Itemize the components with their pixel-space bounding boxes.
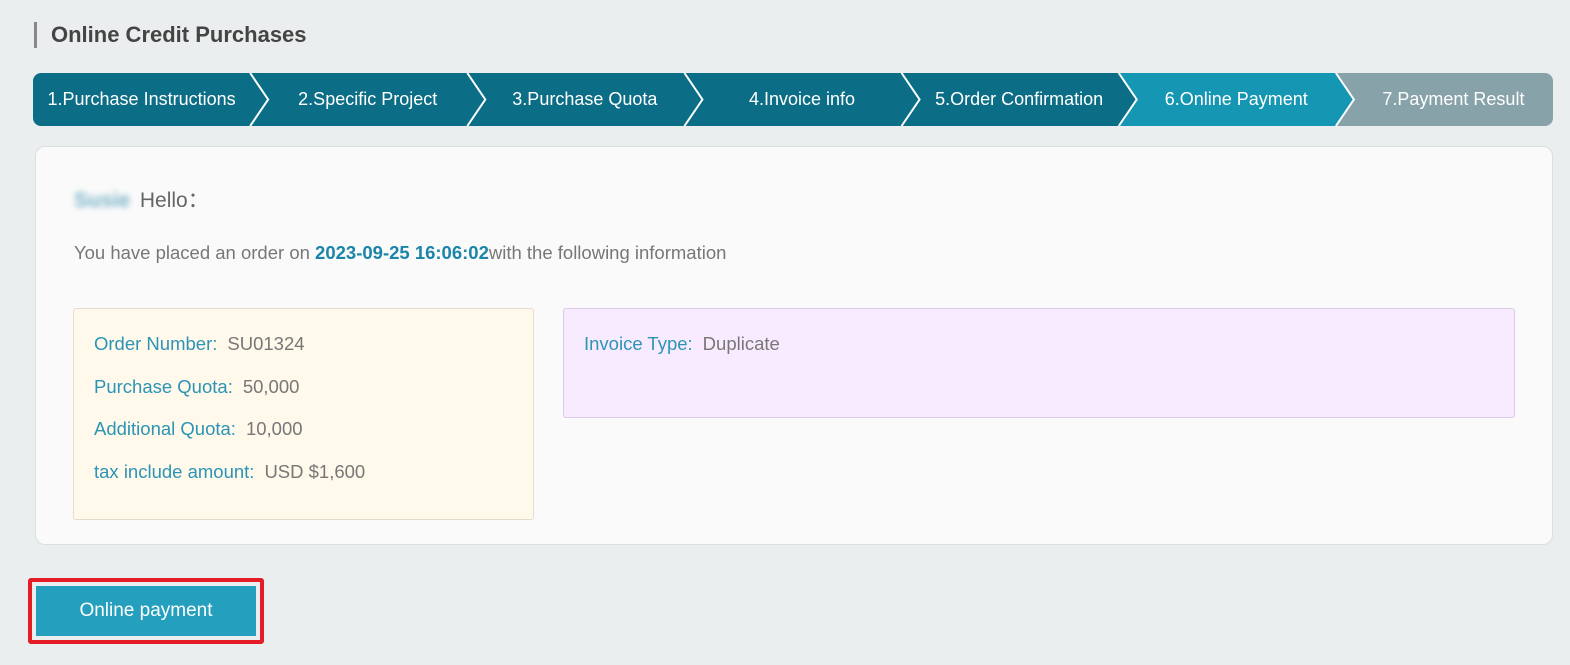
invoice-type-value: Duplicate [702, 333, 780, 354]
online-payment-highlight: Online payment [28, 578, 264, 644]
purchase-quota-value: 50,000 [242, 376, 300, 397]
order-number-row: Order Number: SU01324 [94, 332, 305, 356]
additional-quota-label: Additional Quota: [94, 418, 236, 439]
step-2-specific-project: 2.Specific Project [298, 89, 438, 109]
step-6-online-payment: 6.Online Payment [1164, 89, 1308, 109]
page-title: Online Credit Purchases [34, 22, 307, 48]
order-summary-card: Susie Hello： You have placed an order on… [35, 146, 1553, 545]
step-3-purchase-quota: 3.Purchase Quota [512, 89, 658, 109]
step-5-order-confirmation: 5.Order Confirmation [935, 89, 1104, 109]
purchase-quota-row: Purchase Quota: 50,000 [94, 375, 299, 399]
purchase-quota-label: Purchase Quota: [94, 376, 233, 397]
additional-quota-value: 10,000 [245, 418, 303, 439]
order-placed-notice: You have placed an order on 2023-09-25 1… [74, 241, 726, 265]
order-placed-prefix: You have placed an order on [74, 242, 316, 263]
step-7-payment-result: 7.Payment Result [1382, 89, 1525, 109]
order-details-box: Order Number: SU01324 Purchase Quota: 50,0… [73, 308, 534, 520]
order-placed-suffix: with the following information [488, 242, 727, 263]
username: Susie [74, 189, 131, 212]
step-4-invoice-info: 4.Invoice info [748, 89, 856, 109]
greeting-text: Hello： [139, 189, 209, 212]
order-number-label: Order Number: [94, 333, 218, 354]
additional-quota-row: Additional Quota: 10,000 [94, 417, 303, 441]
step-progress-bar: 1.Purchase Instructions 2.Specific Proje… [33, 73, 1553, 126]
tax-amount-value: USD $1,600 [264, 461, 366, 482]
tax-amount-label: tax include amount: [94, 461, 255, 482]
greeting: Susie Hello： [74, 187, 209, 215]
order-number-value: SU01324 [227, 333, 305, 354]
tax-amount-row: tax include amount: USD $1,600 [94, 460, 365, 484]
order-datetime: 2023-09-25 16:06:02 [315, 242, 489, 263]
online-payment-button[interactable]: Online payment [36, 586, 256, 636]
step-1-purchase-instructions: 1.Purchase Instructions [47, 89, 236, 109]
invoice-type-label: Invoice Type: [584, 333, 693, 354]
invoice-details-box: Invoice Type: Duplicate [563, 308, 1515, 418]
invoice-type-row: Invoice Type: Duplicate [584, 332, 780, 356]
page: Online Credit Purchases 1.Purchase Instr… [0, 0, 1570, 665]
